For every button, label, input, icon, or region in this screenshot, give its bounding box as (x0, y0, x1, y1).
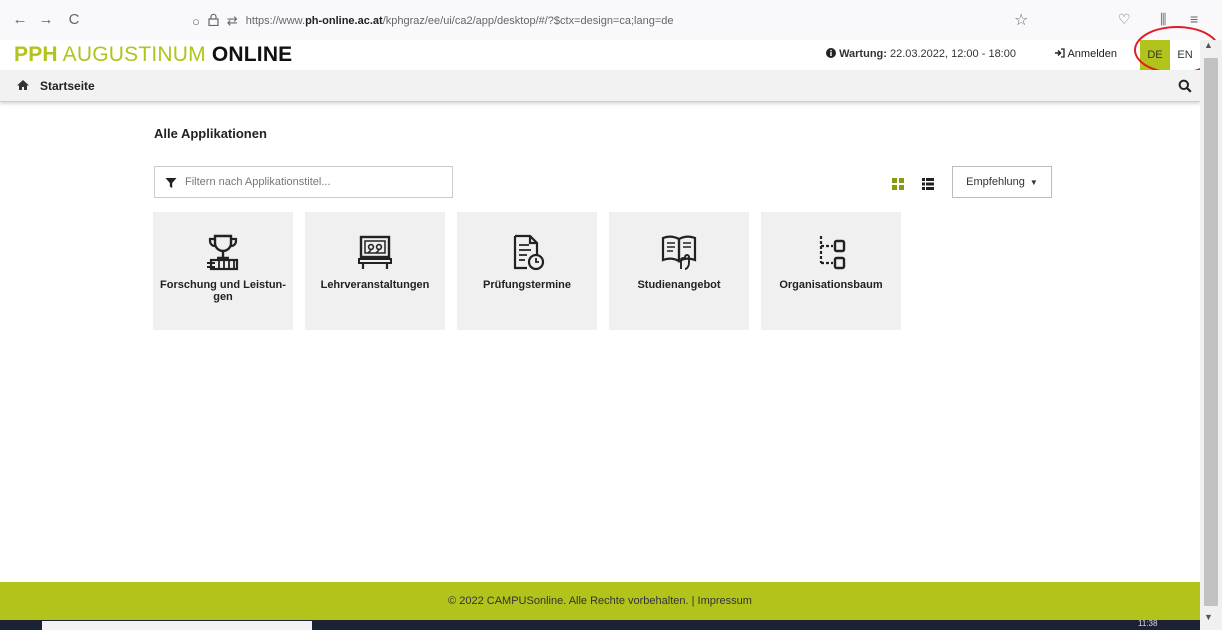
reload-button[interactable]: C (62, 11, 86, 28)
app-tile-pruefungstermine[interactable]: Prüfungstermine (457, 212, 597, 330)
sign-in-icon (1054, 48, 1067, 60)
tree-structure-icon (819, 236, 846, 270)
tile-label: Lehrveranstaltungen (320, 279, 430, 291)
scrollbar-thumb[interactable] (1204, 58, 1218, 606)
brand-pph: PPH (14, 43, 58, 66)
book-hand-icon (661, 235, 697, 270)
app-header: PPH AUGUSTINUM ONLINE Wartung: 22.03.202… (0, 40, 1200, 70)
pocket-icon[interactable]: ♡ (1118, 11, 1131, 28)
list-view-icon[interactable] (922, 177, 934, 190)
url-domain: ph-online.ac.at (305, 15, 383, 27)
maintenance-notice: Wartung: 22.03.2022, 12:00 - 18:00 (826, 48, 1016, 60)
app-tile-forschung[interactable]: Forschung und Leistun-gen (153, 212, 293, 330)
shield-icon: ○ (192, 13, 200, 29)
caret-down-icon: ▼ (1029, 177, 1038, 187)
home-icon[interactable] (16, 79, 30, 94)
url-text: https://www.ph-online.ac.at/kphgraz/ee/u… (246, 15, 674, 27)
scroll-up-icon[interactable]: ▲ (1204, 40, 1213, 50)
tile-label: Prüfungstermine (482, 279, 571, 291)
brand-online: ONLINE (211, 43, 293, 66)
sort-dropdown[interactable]: Empfehlung ▼ (952, 166, 1052, 198)
app-tile-studienangebot[interactable]: Studienangebot (609, 212, 749, 330)
permissions-icon: ⇄ (226, 13, 238, 28)
url-prefix: https://www. (245, 15, 306, 27)
trophy-icon (207, 234, 239, 271)
library-icon[interactable]: ⫼ (1160, 11, 1166, 28)
page-title: Alle Applikationen (154, 126, 267, 141)
page-footer: © 2022 CAMPUSonline. Alle Rechte vorbeha… (0, 582, 1200, 620)
lecture-board-icon (358, 235, 392, 269)
back-button[interactable]: ← (8, 11, 32, 28)
tile-label: Organisationsbaum (779, 279, 883, 291)
url-path: /kphgraz/ee/ui/ca2/app/desktop/#/?$ctx=d… (382, 15, 674, 27)
tile-label: Forschung und Leistun-gen (160, 279, 286, 303)
taskbar-search[interactable] (42, 621, 312, 630)
scroll-down-icon[interactable]: ▼ (1204, 612, 1213, 622)
brand-augustinum: AUGUSTINUM (57, 43, 212, 66)
filter-input[interactable] (185, 167, 445, 197)
forward-button[interactable]: → (34, 11, 58, 28)
login-label: Anmelden (1067, 48, 1117, 60)
info-icon (826, 48, 839, 60)
tile-label: Studienangebot (637, 279, 721, 291)
filter-field[interactable] (154, 166, 453, 198)
nav-home-link[interactable]: Startseite (40, 79, 95, 93)
taskbar-clock: 11:38 (1138, 619, 1158, 628)
filter-icon (165, 176, 177, 188)
grid-view-icon[interactable] (892, 177, 904, 190)
search-icon[interactable] (1178, 79, 1192, 93)
nav-bar: Startseite (0, 70, 1200, 102)
app-tile-organisationsbaum[interactable]: Organisationsbaum (761, 212, 901, 330)
bookmark-star-icon[interactable]: ☆ (1014, 10, 1028, 30)
sort-label: Empfehlung (966, 176, 1025, 188)
maintenance-label: Wartung: (839, 48, 887, 60)
menu-icon[interactable]: ≡ (1190, 11, 1198, 27)
document-clock-icon (513, 234, 545, 271)
browser-toolbar: ← → C ○ ⇄ https://www.ph-online.ac.at/kp… (0, 0, 1222, 40)
address-bar[interactable]: ○ ⇄ https://www.ph-online.ac.at/kphgraz/… (192, 8, 1032, 34)
login-button[interactable]: Anmelden (1054, 48, 1117, 60)
brand-logo[interactable]: PPH AUGUSTINUM ONLINE (14, 40, 292, 70)
app-tile-lehrveranstaltungen[interactable]: Lehrveranstaltungen (305, 212, 445, 330)
maintenance-time: 22.03.2022, 12:00 - 18:00 (886, 48, 1016, 60)
lock-icon (208, 13, 219, 29)
